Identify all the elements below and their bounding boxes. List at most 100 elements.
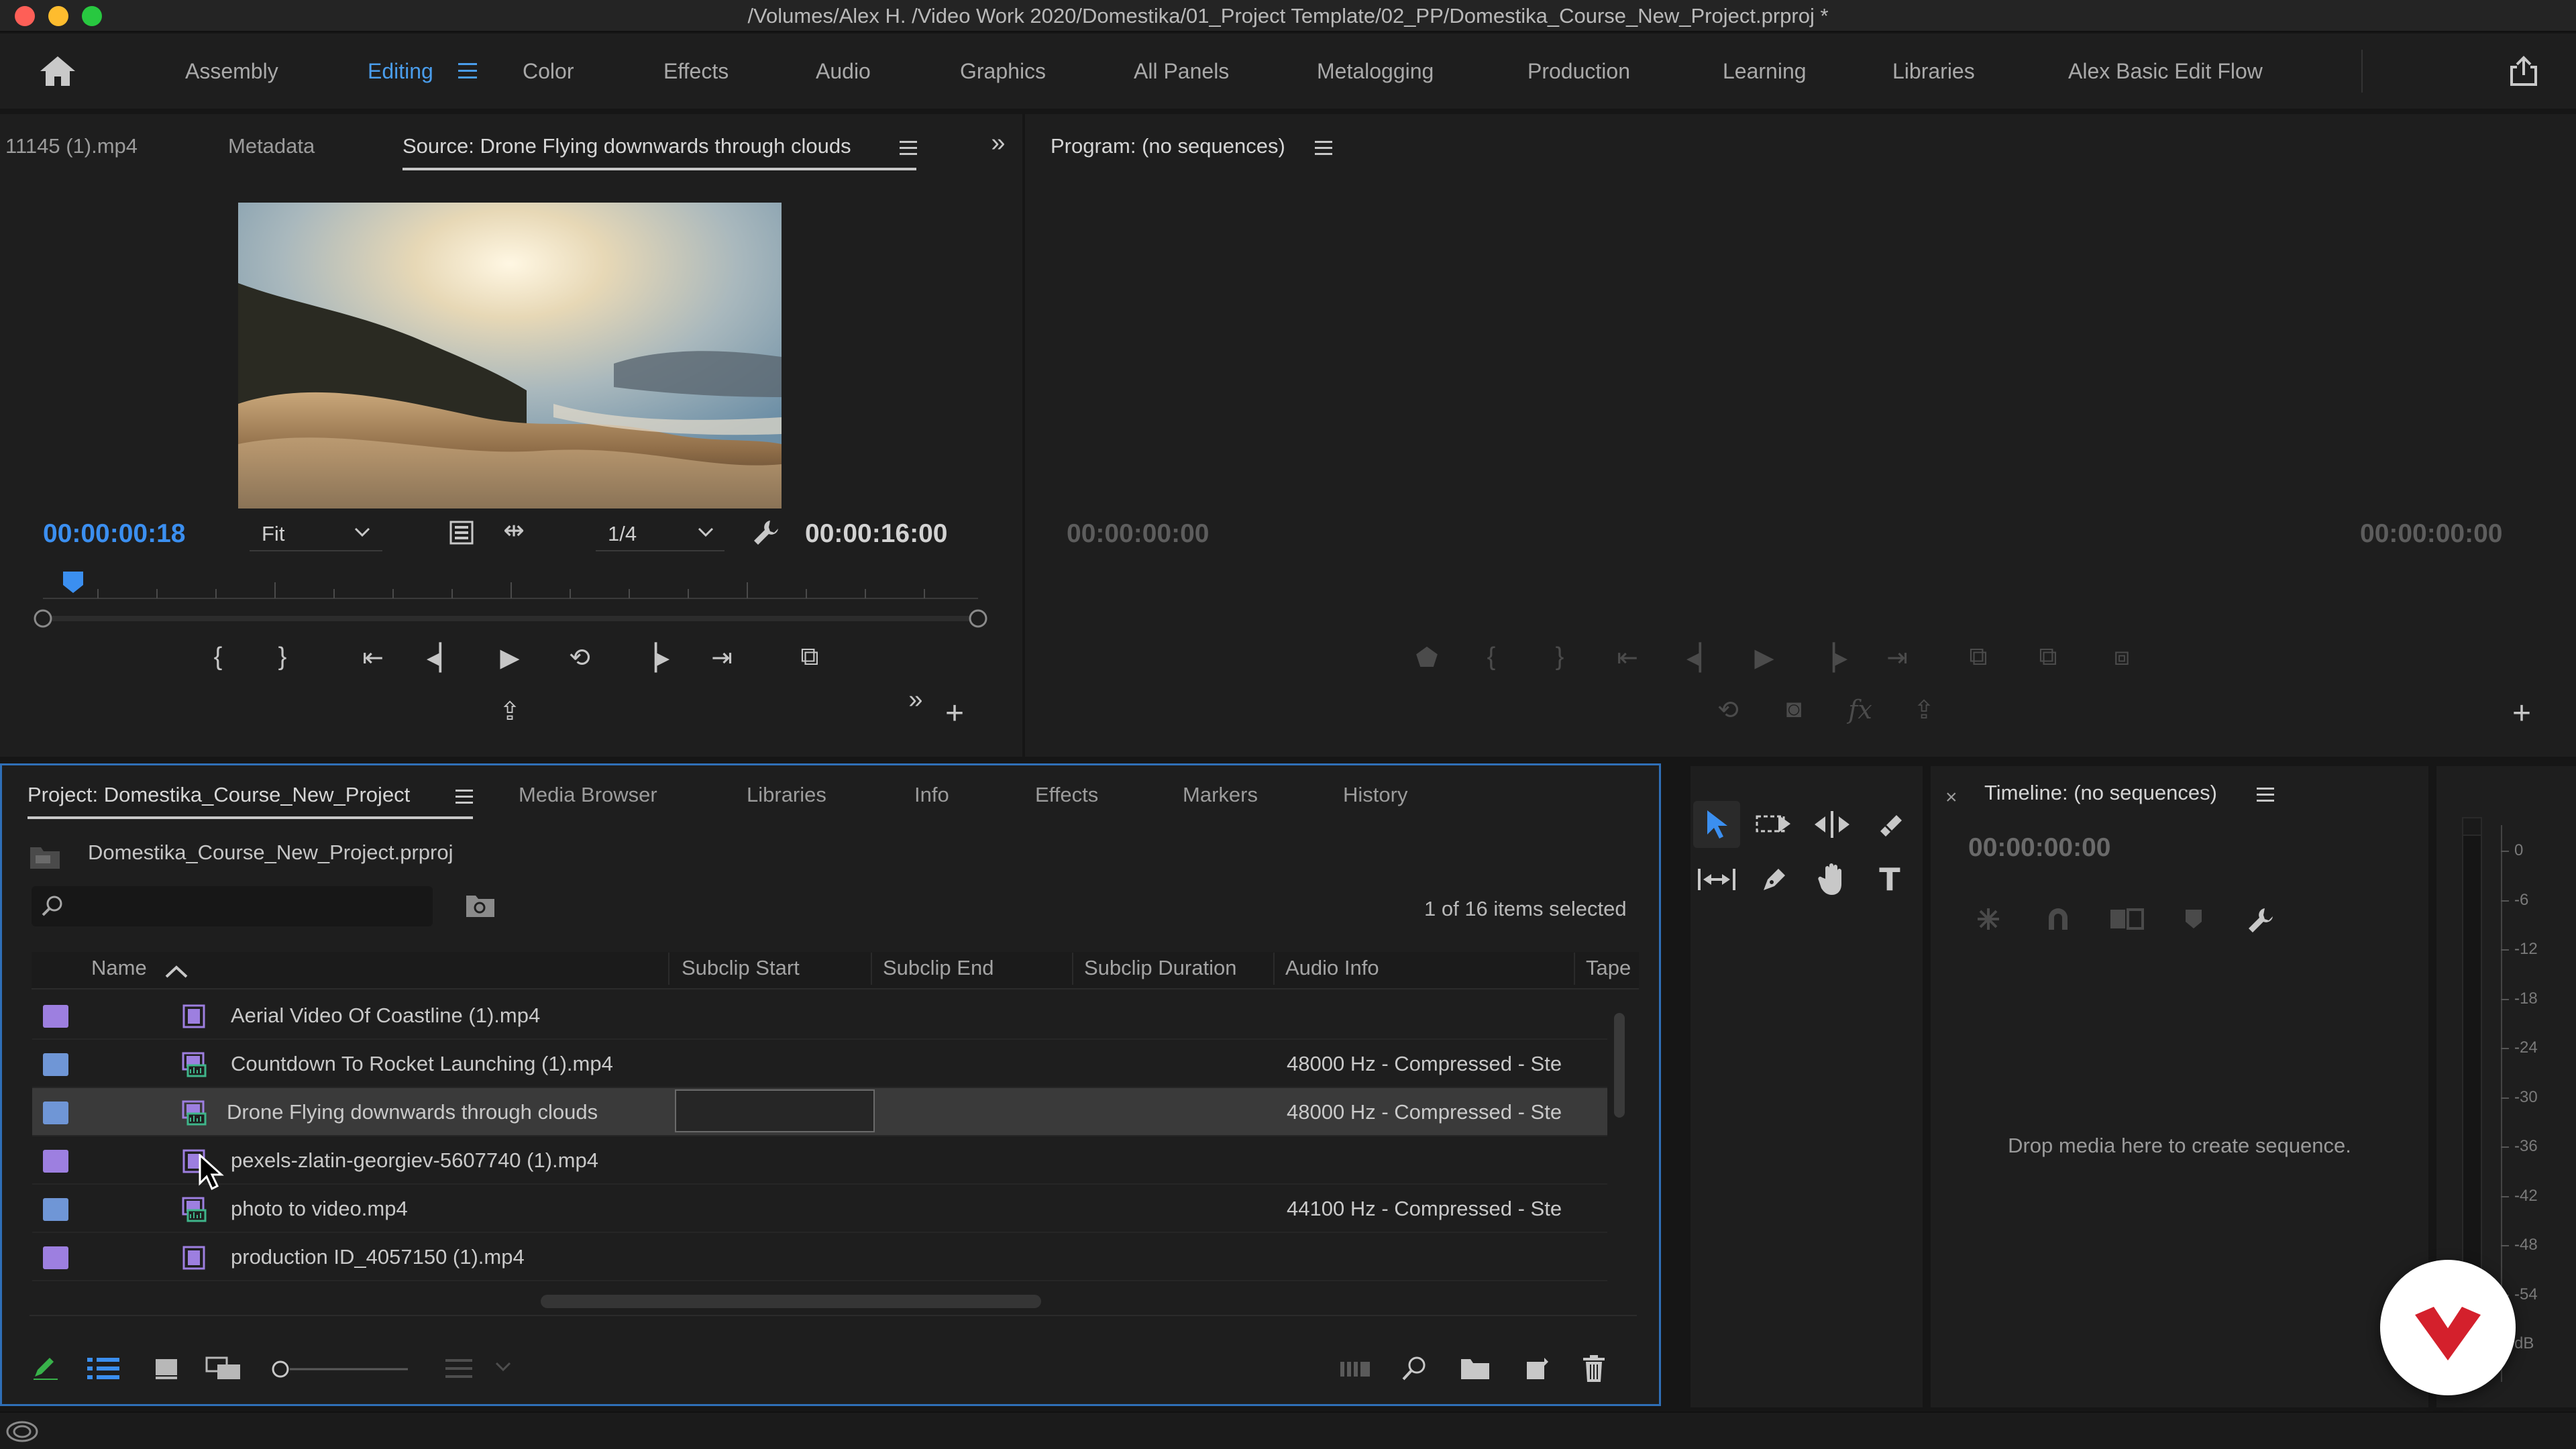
share-icon[interactable] xyxy=(2506,54,2541,89)
source-playhead[interactable] xyxy=(62,570,85,594)
table-row[interactable]: photo to video.mp4 44100 Hz - Compressed … xyxy=(32,1185,1607,1233)
tab-media-browser[interactable]: Media Browser xyxy=(519,783,657,807)
selection-tool-icon[interactable] xyxy=(1693,801,1740,848)
camera-icon[interactable]: ◙ xyxy=(1774,695,1814,724)
list-view-icon[interactable] xyxy=(87,1356,121,1381)
workspace-graphics[interactable]: Graphics xyxy=(960,34,1046,109)
workspace-all-panels[interactable]: All Panels xyxy=(1134,34,1229,109)
tab-info[interactable]: Info xyxy=(914,783,949,807)
label-color-swatch[interactable] xyxy=(43,1053,68,1076)
workspace-effects[interactable]: Effects xyxy=(663,34,729,109)
mark-out-button[interactable]: } xyxy=(1543,643,1576,672)
panel-menu-icon[interactable] xyxy=(900,140,918,157)
timeline-timecode[interactable]: 00:00:00:00 xyxy=(1968,833,2110,863)
panel-menu-icon[interactable] xyxy=(455,788,474,806)
column-divider[interactable] xyxy=(1574,953,1575,985)
table-row[interactable]: pexels-zlatin-georgiev-5607740 (1).mp4 xyxy=(32,1136,1607,1185)
workspace-metalogging[interactable]: Metalogging xyxy=(1317,34,1434,109)
source-current-timecode[interactable]: 00:00:00:18 xyxy=(43,519,185,549)
table-row[interactable]: Aerial Video Of Coastline (1).mp4 xyxy=(32,991,1607,1040)
column-subclip-start[interactable]: Subclip Start xyxy=(682,956,800,980)
go-to-in-button[interactable]: ⇤ xyxy=(1607,643,1648,673)
column-divider[interactable] xyxy=(871,953,872,985)
tab-effects[interactable]: Effects xyxy=(1035,783,1098,807)
button-editor-icon[interactable]: + xyxy=(938,695,971,732)
workspace-color[interactable]: Color xyxy=(523,34,574,109)
search-input[interactable] xyxy=(32,886,433,926)
tab-source[interactable]: Source: Drone Flying downwards through c… xyxy=(402,134,851,158)
button-editor-icon[interactable]: + xyxy=(2505,695,2538,732)
subclip-start-edit-field[interactable] xyxy=(675,1089,875,1132)
item-name[interactable]: Countdown To Rocket Launching (1).mp4 xyxy=(231,1040,613,1088)
column-audio-info[interactable]: Audio Info xyxy=(1285,956,1379,980)
slip-tool-icon[interactable] xyxy=(1693,856,1740,903)
fx-icon[interactable]: fx xyxy=(1843,695,1877,724)
tab-libraries[interactable]: Libraries xyxy=(747,783,826,807)
go-to-out-button[interactable]: ⇥ xyxy=(702,643,742,673)
fit-dropdown[interactable]: Fit xyxy=(250,518,382,551)
more-controls-icon[interactable]: » xyxy=(899,686,932,714)
step-back-button[interactable]: ◂▏ xyxy=(1682,643,1723,673)
linked-selection-icon[interactable] xyxy=(2109,906,2144,932)
timeline-title[interactable]: Timeline: (no sequences) xyxy=(1984,781,2217,805)
drag-video-icon[interactable]: ⇹ xyxy=(494,515,534,545)
tab-markers[interactable]: Markers xyxy=(1183,783,1258,807)
mark-in-button[interactable]: { xyxy=(201,643,235,672)
column-name[interactable]: Name xyxy=(91,956,147,980)
workspace-assembly[interactable]: Assembly xyxy=(185,34,278,109)
item-name[interactable]: Aerial Video Of Coastline (1).mp4 xyxy=(231,991,540,1040)
source-time-ruler[interactable] xyxy=(31,568,990,628)
timeline-settings-wrench-icon[interactable] xyxy=(2245,904,2277,936)
label-color-swatch[interactable] xyxy=(43,1246,68,1269)
tab-project[interactable]: Project: Domestika_Course_New_Project xyxy=(28,783,410,807)
mark-in-button[interactable]: { xyxy=(1474,643,1508,672)
vertical-scrollbar[interactable] xyxy=(1614,1013,1625,1118)
item-name[interactable]: pexels-zlatin-georgiev-5607740 (1).mp4 xyxy=(231,1136,598,1185)
go-to-in-button[interactable]: ⇤ xyxy=(353,643,393,673)
workspace-editing[interactable]: Editing xyxy=(368,34,433,109)
track-select-tool-icon[interactable] xyxy=(1751,801,1798,848)
mark-out-button[interactable]: } xyxy=(266,643,299,672)
item-name[interactable]: Drone Flying downwards through clouds xyxy=(227,1088,598,1136)
column-divider[interactable] xyxy=(668,953,669,985)
wrench-icon[interactable] xyxy=(750,517,782,549)
item-name[interactable]: production ID_4057150 (1).mp4 xyxy=(231,1233,525,1281)
export-frame-icon[interactable]: ⇪ xyxy=(490,696,530,727)
chevron-down-icon[interactable] xyxy=(494,1359,513,1375)
razor-tool-icon[interactable] xyxy=(1866,801,1913,848)
item-name[interactable]: photo to video.mp4 xyxy=(231,1185,408,1233)
safe-margins-icon[interactable] xyxy=(448,519,475,546)
extract-button[interactable]: ⧉ xyxy=(2025,643,2072,672)
step-back-button[interactable]: ◂▏ xyxy=(423,643,463,673)
program-monitor-title[interactable]: Program: (no sequences) xyxy=(1051,134,1285,158)
close-icon[interactable]: × xyxy=(1945,786,1957,809)
table-row[interactable]: production ID_4057150 (1).mp4 xyxy=(32,1233,1607,1281)
snap-magnet-icon[interactable] xyxy=(2043,906,2073,932)
column-divider[interactable] xyxy=(1072,953,1073,985)
ripple-edit-tool-icon[interactable] xyxy=(1809,801,1856,848)
step-forward-button[interactable]: ▕▸ xyxy=(1811,643,1851,673)
workspace-menu-icon[interactable] xyxy=(458,62,478,80)
workspace-alex-basic-edit-flow[interactable]: Alex Basic Edit Flow xyxy=(2068,34,2263,109)
go-to-out-button[interactable]: ⇥ xyxy=(1877,643,1917,673)
column-subclip-end[interactable]: Subclip End xyxy=(883,956,994,980)
pencil-icon[interactable] xyxy=(31,1354,58,1381)
workspace-production[interactable]: Production xyxy=(1527,34,1630,109)
nest-sequences-icon[interactable] xyxy=(1972,906,2004,932)
resolution-dropdown[interactable]: 1/4 xyxy=(596,518,724,551)
table-row[interactable]: Countdown To Rocket Launching (1).mp4 480… xyxy=(32,1040,1607,1088)
icon-view-icon[interactable] xyxy=(153,1356,180,1381)
zoom-slider[interactable] xyxy=(270,1359,411,1379)
freeform-view-icon[interactable] xyxy=(205,1355,243,1382)
column-divider[interactable] xyxy=(1273,953,1275,985)
new-bin-icon[interactable] xyxy=(1460,1355,1491,1382)
panel-menu-icon[interactable] xyxy=(2257,786,2275,804)
tab-clip-11145[interactable]: 11145 (1).mp4 xyxy=(5,134,138,158)
panel-menu-icon[interactable] xyxy=(1315,140,1334,157)
tab-metadata[interactable]: Metadata xyxy=(228,134,315,158)
lift-button[interactable]: ⧉ xyxy=(1955,643,2002,672)
pen-tool-icon[interactable] xyxy=(1751,856,1798,903)
workspace-libraries[interactable]: Libraries xyxy=(1892,34,1975,109)
label-color-swatch[interactable] xyxy=(43,1150,68,1173)
label-color-swatch[interactable] xyxy=(43,1005,68,1028)
